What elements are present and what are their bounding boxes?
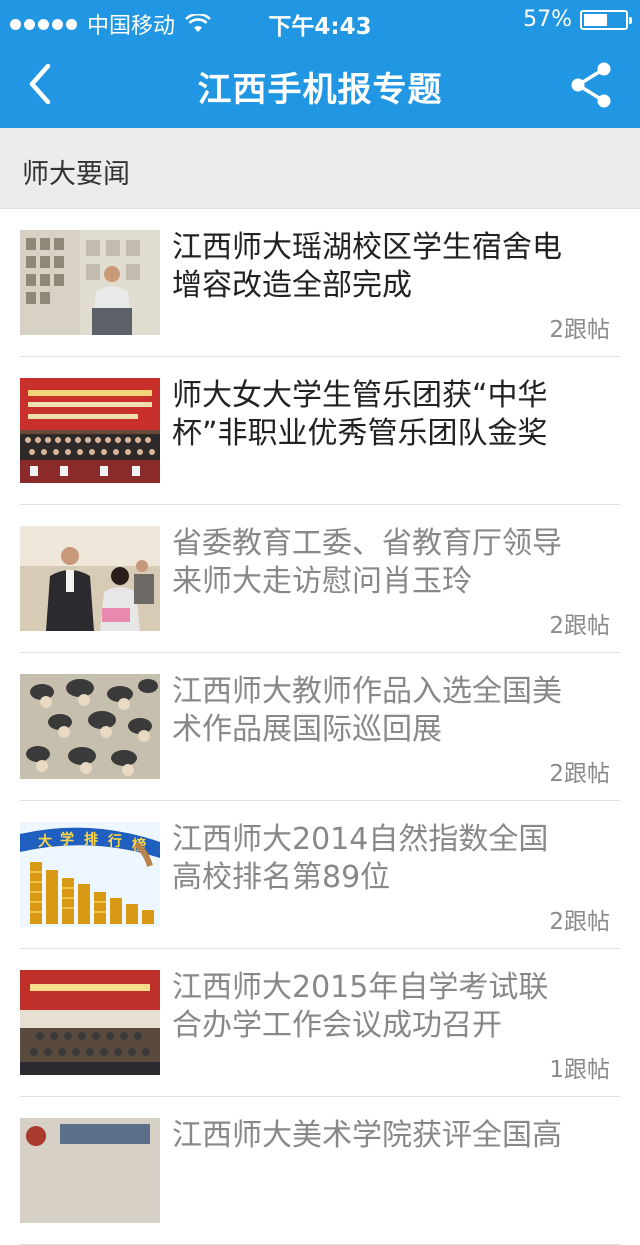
article-title: 江西师大教师作品入选全国美 术作品展国际巡回展 bbox=[172, 673, 622, 749]
article-item[interactable]: 江西师大教师作品入选全国美 术作品展国际巡回展 2跟帖 bbox=[20, 653, 620, 801]
article-title: 江西师大瑶湖校区学生宿舍电 增容改造全部完成 bbox=[172, 229, 622, 305]
article-thumbnail bbox=[20, 674, 160, 779]
svg-text:排: 排 bbox=[84, 831, 98, 848]
article-thumbnail bbox=[20, 1118, 160, 1223]
article-item[interactable]: 江西师大瑶湖校区学生宿舍电 增容改造全部完成 2跟帖 bbox=[20, 209, 620, 357]
article-title-line: 来师大走访慰问肖玉玲 bbox=[172, 564, 472, 599]
comment-count: 2跟帖 bbox=[549, 317, 610, 343]
svg-text:行: 行 bbox=[107, 833, 122, 850]
article-item[interactable]: 江西师大美术学院获评全国高 bbox=[20, 1097, 620, 1245]
article-title-line: 江西师大瑶湖校区学生宿舍电 bbox=[172, 230, 562, 265]
svg-text:学: 学 bbox=[60, 831, 74, 848]
svg-text:大: 大 bbox=[38, 833, 52, 850]
article-thumbnail: 大学排行榜 bbox=[20, 822, 160, 927]
article-item[interactable]: 大学排行榜 江西师大2014自然指数全国 高校排名第89位 2跟帖 bbox=[20, 801, 620, 949]
article-thumbnail bbox=[20, 526, 160, 631]
section-title: 师大要闻 bbox=[22, 159, 130, 190]
comment-count: 2跟帖 bbox=[549, 761, 610, 787]
article-title-line: 合办学工作会议成功召开 bbox=[172, 1008, 502, 1043]
article-thumbnail bbox=[20, 378, 160, 483]
article-title-line: 师大女大学生管乐团获“中华 bbox=[172, 378, 548, 413]
article-item[interactable]: 江西师大2015年自学考试联 合办学工作会议成功召开 1跟帖 bbox=[20, 949, 620, 1097]
article-title-line: 高校排名第89位 bbox=[172, 860, 391, 895]
comment-count: 2跟帖 bbox=[549, 909, 610, 935]
article-title-line: 江西师大教师作品入选全国美 bbox=[172, 674, 562, 709]
article-thumbnail bbox=[20, 970, 160, 1075]
article-title: 江西师大2014自然指数全国 高校排名第89位 bbox=[172, 821, 622, 897]
article-title-line: 省委教育工委、省教育厅领导 bbox=[172, 526, 562, 561]
status-bar: 中国移动 下午4:43 57% bbox=[0, 0, 640, 40]
article-title-line: 增容改造全部完成 bbox=[172, 268, 412, 303]
article-item[interactable]: 师大女大学生管乐团获“中华 杯”非职业优秀管乐团队金奖 bbox=[20, 357, 620, 505]
comment-count: 2跟帖 bbox=[549, 613, 610, 639]
article-title-line: 江西师大2014自然指数全国 bbox=[172, 822, 549, 857]
battery-percent: 57% bbox=[523, 7, 572, 32]
nav-bar: 江西手机报专题 bbox=[0, 40, 640, 128]
article-title-line: 术作品展国际巡回展 bbox=[172, 712, 442, 747]
status-right: 57% bbox=[523, 7, 632, 32]
article-title-line: 杯”非职业优秀管乐团队金奖 bbox=[172, 416, 548, 451]
article-title: 师大女大学生管乐团获“中华 杯”非职业优秀管乐团队金奖 bbox=[172, 377, 622, 453]
article-title: 江西师大2015年自学考试联 合办学工作会议成功召开 bbox=[172, 969, 622, 1045]
battery-icon bbox=[580, 9, 632, 30]
article-list[interactable]: 江西师大瑶湖校区学生宿舍电 增容改造全部完成 2跟帖 师大女大学生管乐团获“中华… bbox=[0, 209, 640, 1245]
article-title-line: 江西师大2015年自学考试联 bbox=[172, 970, 549, 1005]
comment-count: 1跟帖 bbox=[549, 1057, 610, 1083]
section-header: 师大要闻 bbox=[0, 128, 640, 209]
article-thumbnail bbox=[20, 230, 160, 335]
page-title: 江西手机报专题 bbox=[197, 70, 443, 110]
article-title: 省委教育工委、省教育厅领导 来师大走访慰问肖玉玲 bbox=[172, 525, 622, 601]
article-item[interactable]: 省委教育工委、省教育厅领导 来师大走访慰问肖玉玲 2跟帖 bbox=[20, 505, 620, 653]
share-icon[interactable] bbox=[568, 60, 614, 110]
article-title: 江西师大美术学院获评全国高 bbox=[172, 1117, 622, 1155]
